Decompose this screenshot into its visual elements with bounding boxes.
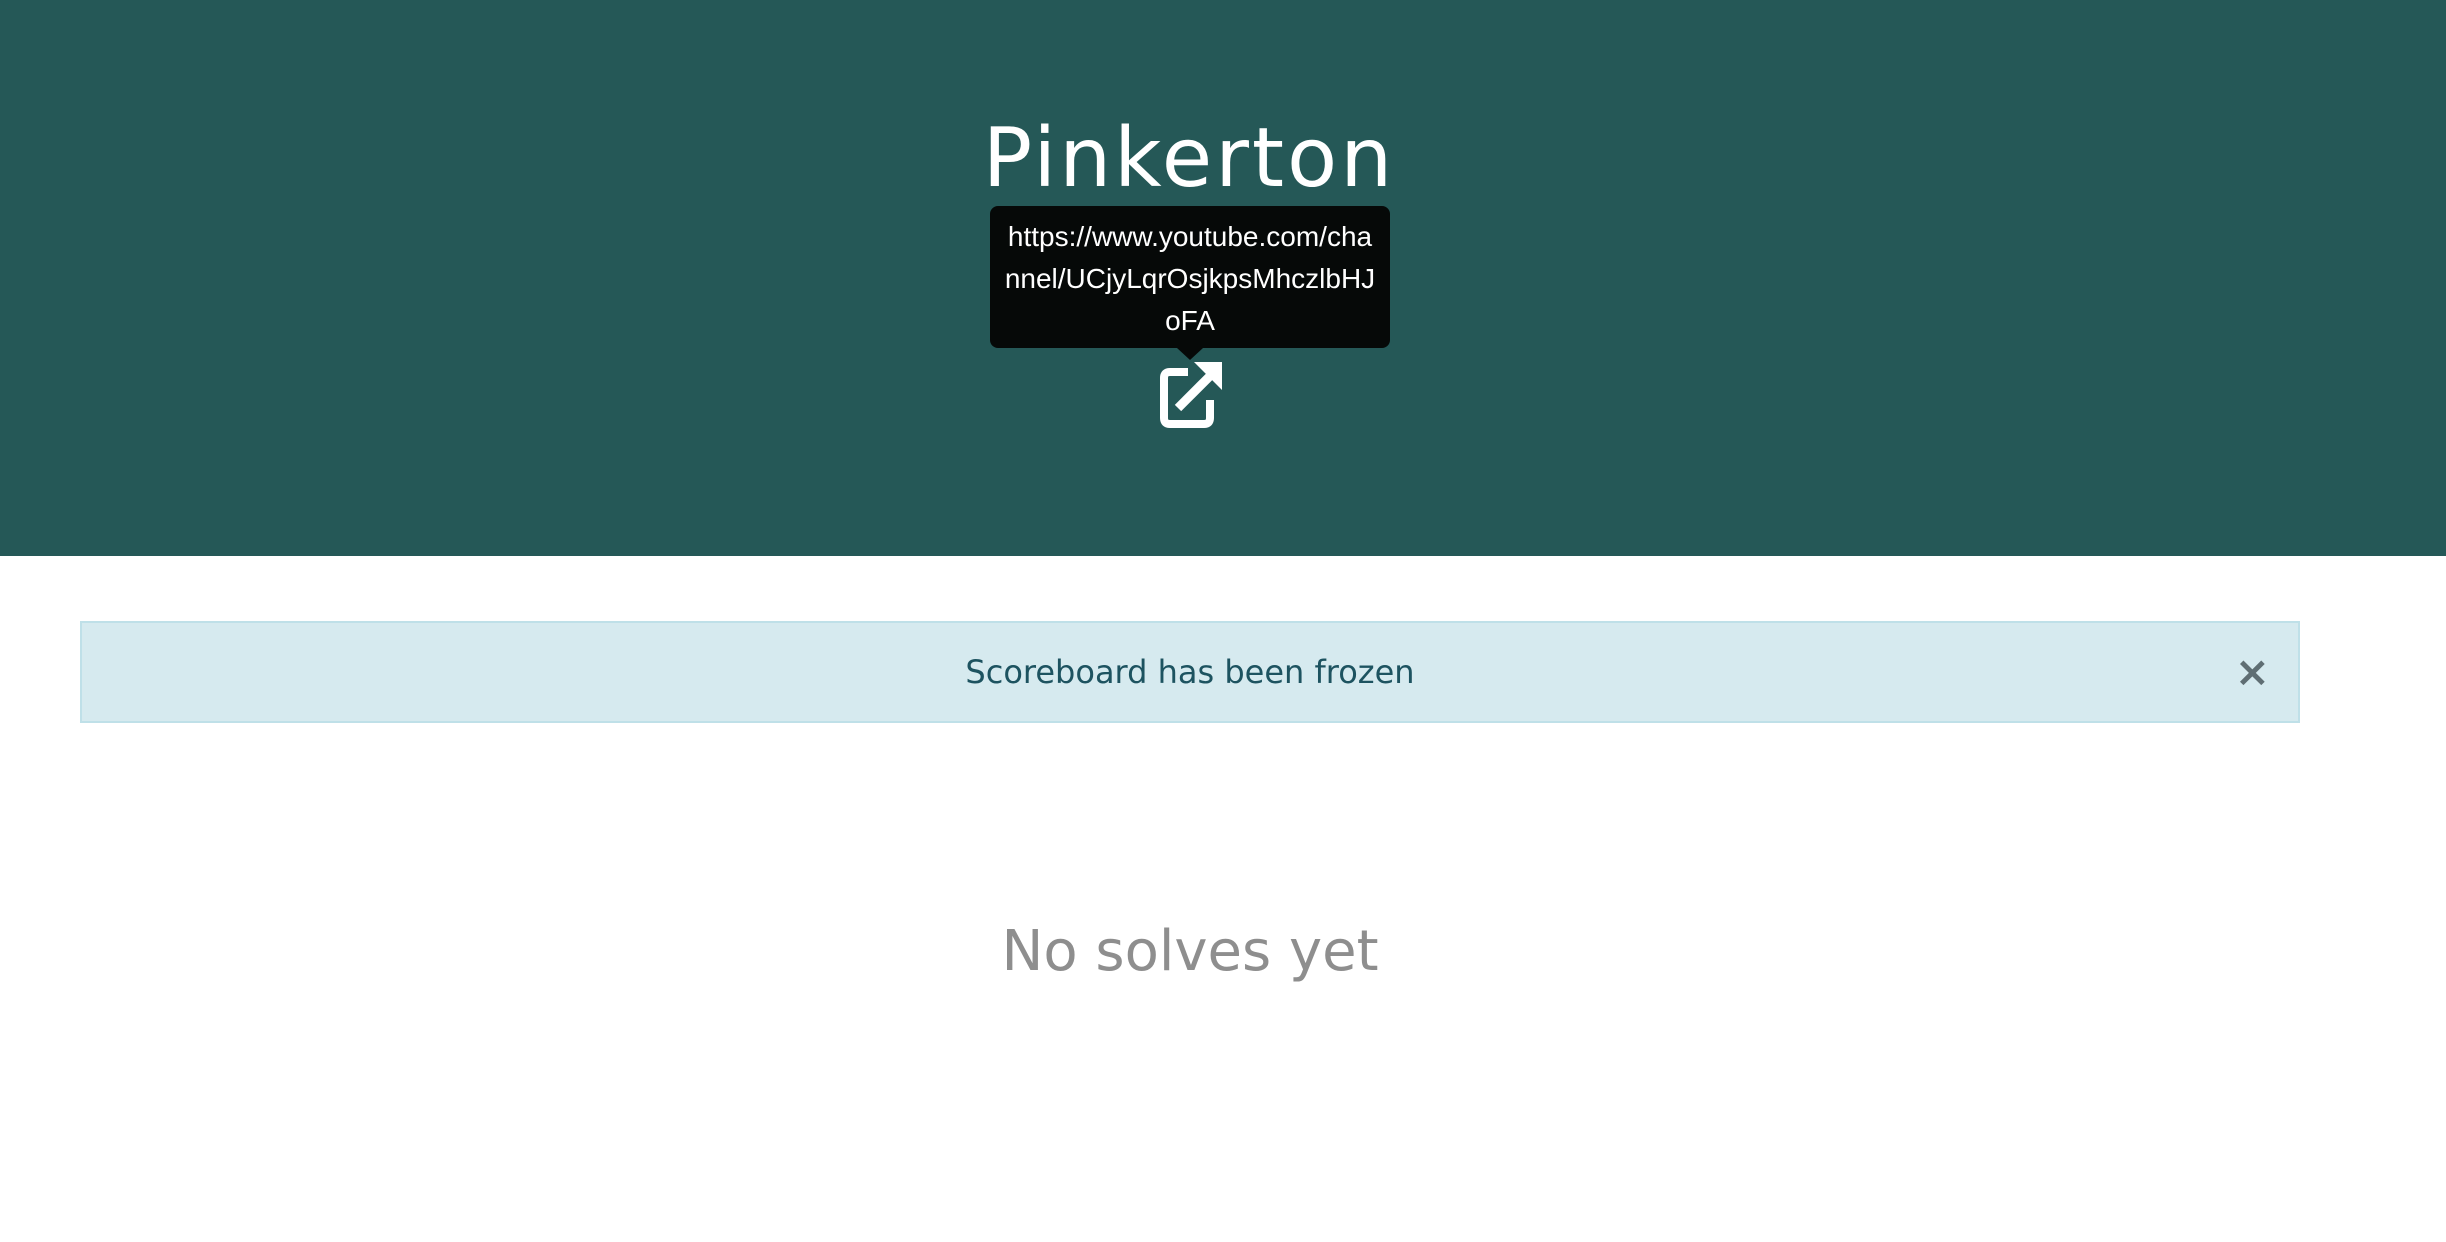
close-icon[interactable]: ×: [2235, 623, 2270, 721]
team-name-title: Pinkerton: [982, 111, 1396, 206]
team-header: Pinkerton https://www.youtube.com/channe…: [0, 0, 2446, 556]
external-link-icon[interactable]: [1154, 358, 1224, 428]
external-link-icon-graphic: [1160, 362, 1222, 428]
no-solves-message: No solves yet: [1001, 919, 1379, 984]
scoreboard-frozen-alert: Scoreboard has been frozen ×: [80, 621, 2300, 723]
website-tooltip: https://www.youtube.com/channel/UCjyLqrO…: [990, 206, 1390, 348]
alert-message: Scoreboard has been frozen: [965, 653, 1415, 691]
